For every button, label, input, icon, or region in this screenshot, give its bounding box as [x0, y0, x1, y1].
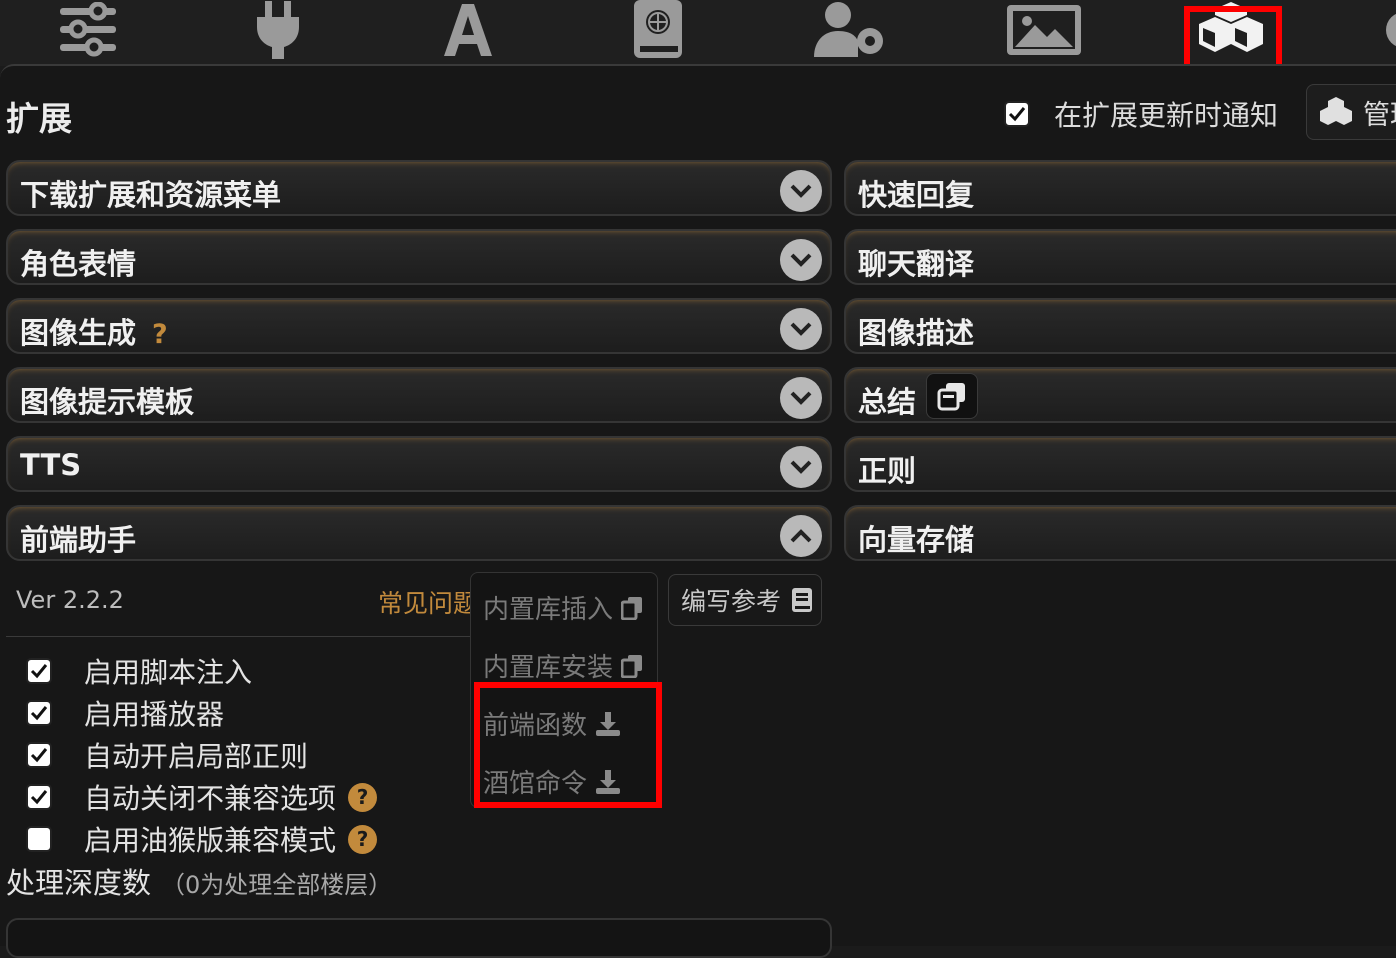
drawer-image-generation[interactable]: 图像生成?	[6, 298, 832, 354]
divider	[6, 636, 472, 637]
plug-icon[interactable]	[238, 0, 318, 60]
option-player[interactable]: 启用播放器	[26, 693, 224, 733]
page-title: 扩展	[6, 99, 72, 138]
drawer-chat-translation[interactable]: 聊天翻译	[844, 229, 1396, 285]
partial-icon[interactable]	[1376, 0, 1396, 60]
depth-hint: （0为处理全部楼层）	[161, 871, 393, 899]
drawer-label: 角色表情	[20, 247, 137, 281]
copy-icon[interactable]	[926, 373, 978, 419]
option-label: 启用油猴版兼容模式	[84, 824, 337, 857]
drawer-label: TTS	[20, 448, 82, 482]
option-label: 启用脚本注入	[84, 656, 253, 689]
faq-link[interactable]: 常见问题	[378, 584, 478, 620]
option-label: 启用播放器	[84, 698, 225, 731]
copy-icon	[621, 654, 643, 678]
drawer-tts[interactable]: TTS	[6, 436, 832, 492]
checkbox[interactable]	[26, 742, 52, 768]
drawer-label: 图像描述	[858, 316, 975, 350]
book-icon	[792, 588, 813, 612]
sliders-icon[interactable]	[48, 0, 128, 60]
drawer-label: 图像生成?	[20, 316, 168, 350]
image-icon[interactable]	[1004, 0, 1084, 60]
book-globe-icon[interactable]	[618, 0, 698, 60]
drawer-vector-storage[interactable]: 向量存储	[844, 505, 1396, 561]
drawer-label: 前端助手	[20, 523, 137, 557]
option-disable-incompatible[interactable]: 自动关闭不兼容选项 ?	[26, 777, 378, 817]
option-label: 自动开启局部正则	[84, 740, 309, 773]
option-local-regex[interactable]: 自动开启局部正则	[26, 735, 308, 775]
notify-label: 在扩展更新时通知	[1054, 99, 1279, 132]
chevron-down-icon[interactable]	[780, 170, 822, 212]
depth-label: 处理深度数	[6, 866, 152, 900]
notify-toggle[interactable]: 在扩展更新时通知	[1004, 94, 1278, 134]
depth-input[interactable]	[6, 918, 832, 958]
help-icon[interactable]: ?	[348, 782, 378, 812]
chevron-down-icon[interactable]	[780, 377, 822, 419]
option-tampermonkey-compat[interactable]: 启用油猴版兼容模式 ?	[26, 819, 378, 859]
reference-label: 编写参考	[681, 587, 782, 616]
dropdown-item-library-install[interactable]: 内置库安装	[483, 647, 643, 684]
cubes-small-icon	[1320, 97, 1352, 125]
option-script-injection[interactable]: 启用脚本注入	[26, 651, 252, 691]
chevron-down-icon[interactable]	[780, 239, 822, 281]
help-icon[interactable]: ?	[348, 824, 378, 854]
drawer-quick-reply[interactable]: 快速回复	[844, 160, 1396, 216]
drawer-download-extensions[interactable]: 下载扩展和资源菜单	[6, 160, 832, 216]
drawer-label: 向量存储	[858, 523, 975, 557]
manage-label: 管理	[1363, 99, 1396, 131]
help-icon[interactable]: ?	[152, 319, 168, 350]
notify-checkbox[interactable]	[1004, 101, 1030, 127]
chevron-down-icon[interactable]	[780, 446, 822, 488]
checkbox[interactable]	[26, 658, 52, 684]
drawer-frontend-helper[interactable]: 前端助手	[6, 505, 832, 561]
drawer-image-prompt-templates[interactable]: 图像提示模板	[6, 367, 832, 423]
user-gear-icon[interactable]	[810, 0, 890, 60]
drawer-label: 图像提示模板	[20, 385, 195, 419]
chevron-up-icon[interactable]	[780, 515, 822, 557]
font-icon[interactable]	[428, 0, 508, 60]
version-text: Ver 2.2.2	[16, 586, 124, 614]
copy-icon	[621, 596, 643, 620]
dropdown-item-library-insert[interactable]: 内置库插入	[483, 589, 643, 626]
drawer-expressions[interactable]: 角色表情	[6, 229, 832, 285]
reference-button[interactable]: 编写参考	[668, 574, 822, 626]
drawer-label: 聊天翻译	[858, 247, 975, 281]
drawer-image-captioning[interactable]: 图像描述	[844, 298, 1396, 354]
drawer-label: 正则	[858, 454, 917, 488]
drawer-label: 快速回复	[858, 178, 975, 212]
highlight-box-downloads	[474, 682, 662, 808]
drawer-regex[interactable]: 正则	[844, 436, 1396, 492]
checkbox[interactable]	[26, 784, 52, 810]
depth-setting: 处理深度数 （0为处理全部楼层）	[6, 860, 392, 902]
drawer-label: 下载扩展和资源菜单	[20, 178, 282, 212]
option-label: 自动关闭不兼容选项	[84, 782, 337, 815]
manage-button[interactable]: 管理	[1306, 84, 1396, 140]
drawer-label: 总结	[858, 385, 917, 419]
drawer-summarize[interactable]: 总结	[844, 367, 1396, 423]
chevron-down-icon[interactable]	[780, 308, 822, 350]
checkbox[interactable]	[26, 826, 52, 852]
checkbox[interactable]	[26, 700, 52, 726]
